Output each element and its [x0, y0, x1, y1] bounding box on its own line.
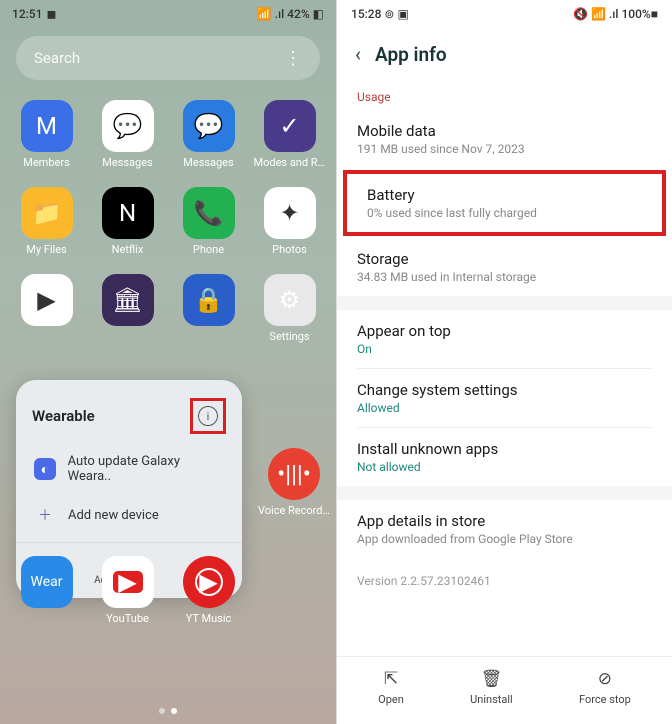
app-info-button[interactable]: i — [190, 398, 226, 434]
app-item[interactable]: 💬Messages — [89, 100, 166, 169]
app-icon: 🔒 — [183, 274, 235, 326]
app-ytmusic[interactable]: ▶YT Music — [170, 556, 247, 625]
usage-section-label: Usage — [337, 82, 672, 110]
version-text: Version 2.2.57.23102461 — [337, 558, 672, 604]
dock-row: Wear ▶YouTube ▶YT Music — [0, 556, 336, 625]
back-button[interactable]: ‹ — [355, 42, 361, 66]
app-icon: M — [21, 100, 73, 152]
ytmusic-icon: ▶ — [183, 556, 235, 608]
app-item[interactable]: ▶ — [8, 274, 85, 343]
setting-change-system-settings[interactable]: Change system settingsAllowed — [337, 369, 672, 427]
youtube-icon: ▶ — [102, 556, 154, 608]
force stop-icon: ⊘ — [598, 669, 612, 689]
setting-app-details-in-store[interactable]: App details in storeApp downloaded from … — [337, 500, 672, 558]
action-uninstall[interactable]: 🗑Uninstall — [470, 669, 513, 706]
search-placeholder: Search — [34, 49, 284, 67]
uninstall-icon: 🗑 — [481, 669, 503, 689]
highlight-battery: Battery0% used since last fully charged — [343, 170, 666, 236]
update-icon: ◐ — [34, 458, 56, 480]
app-icon: N — [102, 187, 154, 239]
bottom-actions: ⇱Open 🗑Uninstall ⊘Force stop — [337, 656, 672, 724]
status-bar: 15:28 ⊚ ▣ 🔇 📶 .ıl 100%■ — [337, 0, 672, 28]
voice-recorder-icon: •|||• — [268, 448, 320, 500]
app-item[interactable]: NNetflix — [89, 187, 166, 256]
app-item[interactable]: 📁My Files — [8, 187, 85, 256]
app-wear[interactable]: Wear — [8, 556, 85, 625]
app-item[interactable]: MMembers — [8, 100, 85, 169]
info-icon: i — [198, 406, 218, 426]
app-icon: ⚙ — [264, 274, 316, 326]
app-item[interactable]: 🏛 — [89, 274, 166, 343]
app-icon: 💬 — [102, 100, 154, 152]
app-icon: 📁 — [21, 187, 73, 239]
app-item[interactable]: ⚙Settings — [251, 274, 328, 343]
clock: 12:51 — [12, 7, 42, 21]
app-item[interactable]: ✓Modes and Rout.. — [251, 100, 328, 169]
app-voice-recorder[interactable]: •|||• Voice Recorder — [258, 448, 330, 517]
setting-appear-on-top[interactable]: Appear on topOn — [337, 310, 672, 368]
app-item[interactable]: 💬Messages — [170, 100, 247, 169]
header: ‹ App info — [337, 28, 672, 82]
open-icon: ⇱ — [384, 669, 398, 689]
app-info-screen: 15:28 ⊚ ▣ 🔇 📶 .ıl 100%■ ‹ App info Usage… — [336, 0, 672, 724]
add-icon: ＋ — [34, 504, 56, 526]
notif-icon: ◼ — [46, 7, 56, 21]
app-item[interactable]: 🔒 — [170, 274, 247, 343]
more-icon[interactable]: ⋮ — [284, 48, 302, 69]
setting-storage[interactable]: Storage34.83 MB used in Internal storage — [337, 238, 672, 296]
status-bar: 12:51 ◼ 📶 .ıl 42%◧ — [0, 0, 336, 28]
app-grid: MMembers💬Messages💬Messages✓Modes and Rou… — [0, 88, 336, 355]
clock: 15:28 — [351, 7, 381, 21]
action-open[interactable]: ⇱Open — [378, 669, 404, 706]
popup-title: Wearable — [32, 407, 95, 425]
setting-install-unknown-apps[interactable]: Install unknown appsNot allowed — [337, 428, 672, 486]
setting-battery[interactable]: Battery0% used since last fully charged — [347, 174, 662, 232]
app-icon: ✦ — [264, 187, 316, 239]
app-youtube[interactable]: ▶YouTube — [89, 556, 166, 625]
page-indicator — [159, 708, 177, 714]
action-force-stop[interactable]: ⊘Force stop — [579, 669, 631, 706]
status-icons: 📶 .ıl 42%◧ — [257, 7, 324, 21]
app-icon: 🏛 — [102, 274, 154, 326]
app-item[interactable]: ✦Photos — [251, 187, 328, 256]
search-bar[interactable]: Search ⋮ — [16, 36, 320, 80]
app-icon: ✓ — [264, 100, 316, 152]
app-icon: 💬 — [183, 100, 235, 152]
page-title: App info — [375, 43, 447, 66]
wear-icon: Wear — [21, 556, 73, 608]
app-item[interactable]: 📞Phone — [170, 187, 247, 256]
setting-mobile-data[interactable]: Mobile data191 MB used since Nov 7, 2023 — [337, 110, 672, 168]
status-icons: 🔇 📶 .ıl 100%■ — [573, 7, 658, 21]
popup-item[interactable]: ◐ Auto update Galaxy Weara.. — [16, 444, 242, 494]
app-icon: ▶ — [21, 274, 73, 326]
home-screen: 12:51 ◼ 📶 .ıl 42%◧ Search ⋮ MMembers💬Mes… — [0, 0, 336, 724]
app-icon: 📞 — [183, 187, 235, 239]
popup-item[interactable]: ＋ Add new device — [16, 494, 242, 536]
